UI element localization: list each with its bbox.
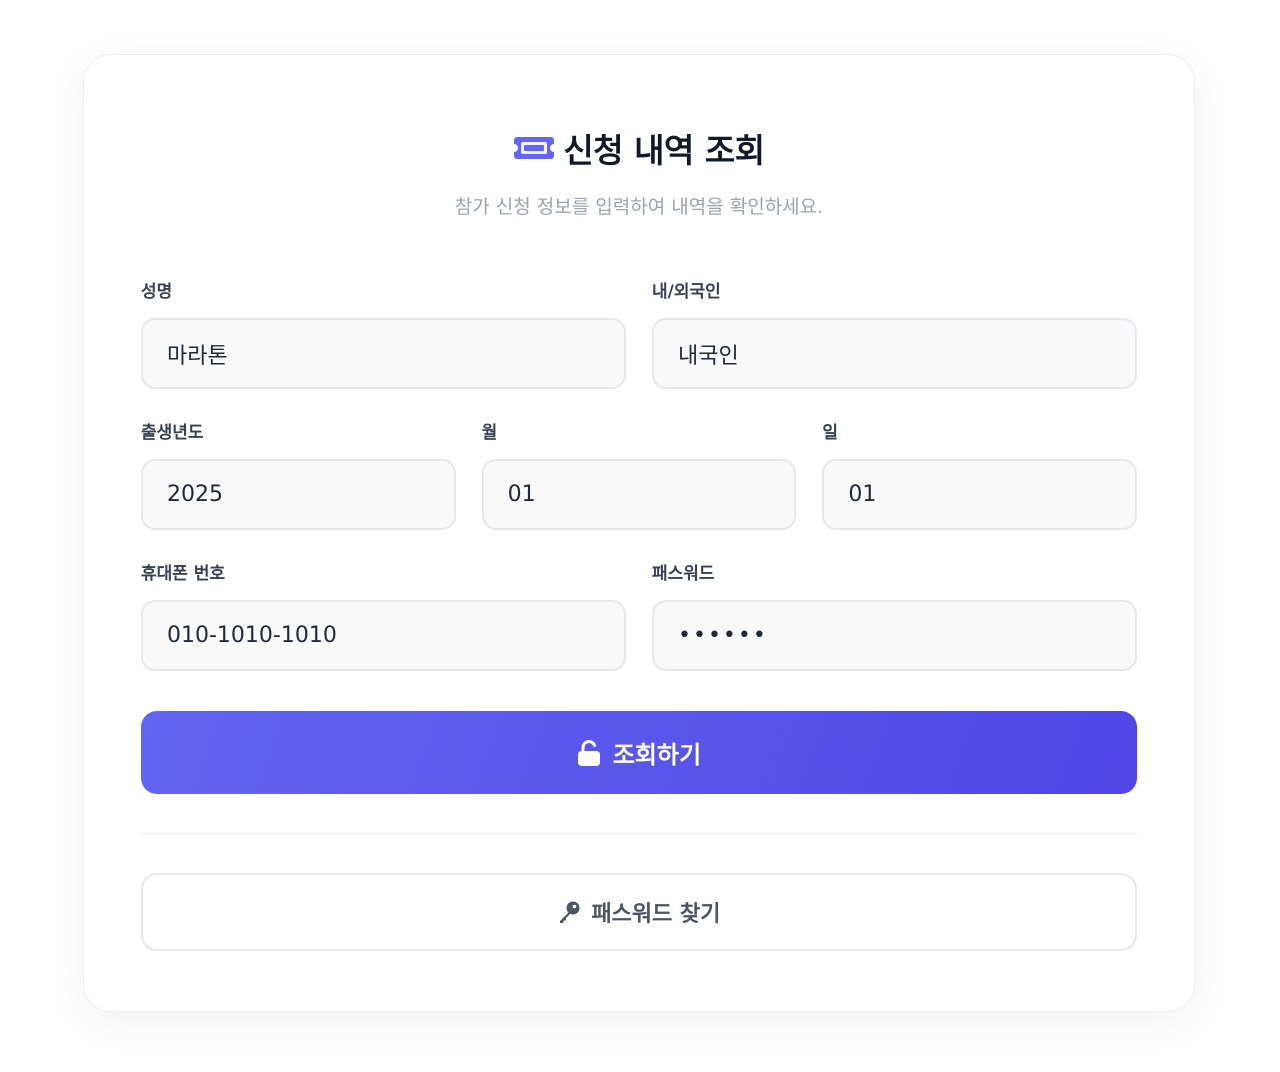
find-password-button[interactable]: 패스워드 찾기 — [141, 873, 1137, 951]
search-button[interactable]: 조회하기 — [141, 711, 1137, 794]
name-label: 성명 — [141, 282, 173, 302]
birth-month-input[interactable] — [481, 459, 797, 530]
page-subtitle: 참가 신청 정보를 입력하여 내역을 확인하세요. — [454, 196, 824, 218]
ticket-icon — [513, 133, 555, 163]
nationality-label: 내/외국인 — [652, 282, 721, 302]
key-icon — [557, 900, 581, 924]
form-row-credentials: 휴대폰 번호 패스워드 — [141, 562, 1137, 671]
find-password-label: 패스워드 찾기 — [591, 902, 721, 927]
unlock-icon — [577, 739, 601, 766]
search-button-label: 조회하기 — [612, 741, 702, 769]
birth-day-label: 일 — [822, 423, 838, 443]
password-input[interactable] — [652, 600, 1137, 671]
birth-day-field-group: 일 — [822, 421, 1138, 530]
birth-year-input[interactable] — [141, 459, 456, 530]
form-row-birthdate: 출생년도 월 일 — [141, 421, 1138, 530]
birth-year-label: 출생년도 — [141, 423, 204, 443]
nationality-field-group: 내/외국인 — [652, 280, 1137, 389]
form-row-identity: 성명 내/외국인 — [141, 280, 1137, 389]
name-field-group: 성명 — [141, 280, 626, 389]
birth-month-label: 월 — [481, 423, 498, 443]
phone-label: 휴대폰 번호 — [141, 564, 226, 584]
divider — [141, 833, 1137, 834]
birth-year-field-group: 출생년도 — [141, 421, 456, 530]
phone-input[interactable] — [141, 600, 626, 671]
name-input[interactable] — [141, 318, 626, 389]
title-row: 신청 내역 조회 — [141, 129, 1137, 170]
nationality-input[interactable] — [652, 318, 1137, 389]
password-field-group: 패스워드 — [652, 562, 1137, 671]
lookup-card: 신청 내역 조회 참가 신청 정보를 입력하여 내역을 확인하세요. 성명 내/… — [83, 54, 1195, 1012]
birth-day-input[interactable] — [822, 459, 1138, 530]
password-label: 패스워드 — [652, 564, 715, 584]
page-title: 신청 내역 조회 — [563, 131, 765, 170]
phone-field-group: 휴대폰 번호 — [141, 562, 626, 671]
birth-month-field-group: 월 — [481, 421, 797, 530]
